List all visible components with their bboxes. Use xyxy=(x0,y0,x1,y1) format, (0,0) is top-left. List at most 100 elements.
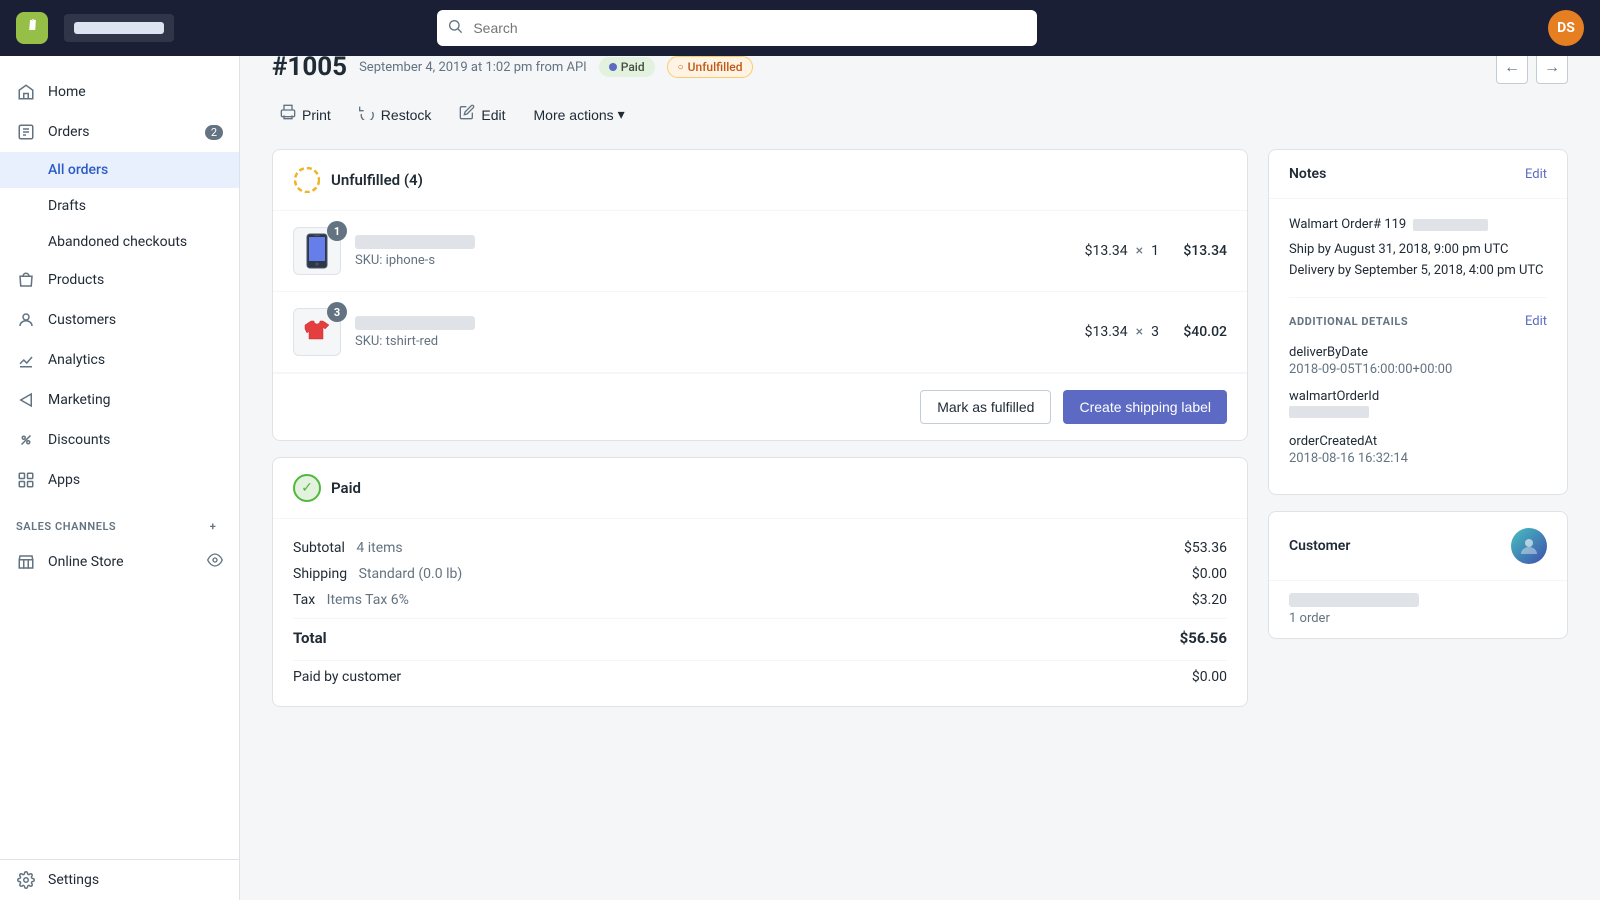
content-columns: Unfulfilled (4) xyxy=(272,149,1568,707)
create-shipping-label-button[interactable]: Create shipping label xyxy=(1063,390,1227,424)
item-multiply-2: × xyxy=(1136,324,1143,340)
customer-header: Customer xyxy=(1269,512,1567,581)
settings-label: Settings xyxy=(48,872,99,888)
store-name-label xyxy=(64,14,174,42)
sidebar-marketing-label: Marketing xyxy=(48,392,111,408)
item-qty-2: 3 xyxy=(1151,324,1159,340)
customer-name-blur xyxy=(1289,593,1419,607)
item-multiply-1: × xyxy=(1136,243,1143,259)
shopify-logo xyxy=(16,12,48,44)
additional-details-header: ADDITIONAL DETAILS Edit xyxy=(1269,298,1567,337)
sidebar-item-customers[interactable]: Customers xyxy=(0,300,239,340)
abandoned-label: Abandoned checkouts xyxy=(48,234,187,250)
print-button[interactable]: Print xyxy=(272,100,339,129)
deliver-by-key: deliverByDate xyxy=(1289,345,1547,360)
card-actions: Mark as fulfilled Create shipping label xyxy=(273,373,1247,440)
add-sales-channel-button[interactable]: + xyxy=(203,516,223,536)
order-created-value: 2018-08-16 16:32:14 xyxy=(1289,451,1547,466)
subtotal-label: Subtotal xyxy=(293,540,345,556)
print-icon xyxy=(280,104,296,125)
sidebar-item-drafts[interactable]: Drafts xyxy=(0,188,239,224)
notes-edit-button[interactable]: Edit xyxy=(1525,167,1547,182)
customer-avatar[interactable] xyxy=(1511,528,1547,564)
line-item: 1 SKU: iphone-s $13.34 × 1 $13.34 xyxy=(273,211,1247,292)
unfulfilled-header: Unfulfilled (4) xyxy=(273,150,1247,211)
customer-card: Customer 1 order xyxy=(1268,511,1568,639)
top-navigation: DS xyxy=(0,0,1600,56)
chevron-down-icon: ▾ xyxy=(618,106,625,123)
apps-icon xyxy=(16,470,36,490)
sidebar-home-label: Home xyxy=(48,84,86,100)
order-created-key: orderCreatedAt xyxy=(1289,434,1547,449)
sidebar-item-orders[interactable]: Orders 2 xyxy=(0,112,239,152)
note-line1: Walmart Order# 119 xyxy=(1289,215,1547,236)
avatar[interactable]: DS xyxy=(1548,10,1584,46)
drafts-label: Drafts xyxy=(48,198,86,214)
paid-title: Paid xyxy=(331,479,361,497)
walmart-id-blur xyxy=(1289,406,1369,418)
sidebar-orders-label: Orders xyxy=(48,124,90,140)
summary-tax-row: Tax Items Tax 6% $3.20 xyxy=(293,587,1227,613)
main-content: ‹ Orders #1005 September 4, 2019 at 1:02… xyxy=(240,0,1600,844)
total-label: Total xyxy=(293,629,327,647)
content-sidebar: Notes Edit Walmart Order# 119 Ship by Au… xyxy=(1268,149,1568,639)
sidebar-item-abandoned[interactable]: Abandoned checkouts xyxy=(0,224,239,260)
sidebar-item-all-orders[interactable]: All orders xyxy=(0,152,239,188)
unfulfilled-badge: Unfulfilled xyxy=(667,56,754,78)
page-header: #1005 September 4, 2019 at 1:02 pm from … xyxy=(272,52,1568,84)
sidebar-item-products[interactable]: Products xyxy=(0,260,239,300)
item-price-group-2: $13.34 × 3 $40.02 xyxy=(1085,324,1227,340)
sidebar-item-discounts[interactable]: Discounts xyxy=(0,420,239,460)
sales-channels-section: SALES CHANNELS + xyxy=(0,500,239,542)
online-store-icon xyxy=(16,552,36,572)
detail-item-deliver-by: deliverByDate 2018-09-05T16:00:00+00:00 xyxy=(1289,345,1547,377)
paid-by-value: $0.00 xyxy=(1192,669,1227,685)
paid-by-label: Paid by customer xyxy=(293,669,401,685)
page-nav-arrows: ← → xyxy=(1496,52,1568,84)
settings-icon xyxy=(16,870,36,890)
additional-details-title: ADDITIONAL DETAILS xyxy=(1289,315,1408,328)
item-name-blur-1 xyxy=(355,235,475,249)
sidebar: Home Orders 2 All orders Drafts Abandone… xyxy=(0,56,240,900)
customer-body: 1 order xyxy=(1269,581,1567,638)
order-id-blur xyxy=(1413,219,1488,231)
edit-icon xyxy=(459,104,475,125)
mark-fulfilled-button[interactable]: Mark as fulfilled xyxy=(920,390,1051,424)
total-value: $56.56 xyxy=(1180,629,1227,647)
sidebar-item-analytics[interactable]: Analytics xyxy=(0,340,239,380)
item-total-1: $13.34 xyxy=(1167,243,1227,259)
notes-body: Walmart Order# 119 Ship by August 31, 20… xyxy=(1269,199,1567,297)
search-input[interactable] xyxy=(437,10,1037,46)
tax-detail: Items Tax 6% xyxy=(327,592,409,608)
prev-order-button[interactable]: ← xyxy=(1496,52,1528,84)
sidebar-item-home[interactable]: Home xyxy=(0,72,239,112)
restock-button[interactable]: Restock xyxy=(351,100,440,129)
summary-subtotal-row: Subtotal 4 items $53.36 xyxy=(293,535,1227,561)
paid-card: ✓ Paid Subtotal 4 items $53.36 Shipping xyxy=(272,457,1248,707)
orders-badge: 2 xyxy=(205,125,223,140)
item-image-wrap-2: 3 xyxy=(293,308,341,356)
edit-button[interactable]: Edit xyxy=(451,100,513,129)
more-actions-button[interactable]: More actions ▾ xyxy=(526,102,633,127)
unfulfilled-card: Unfulfilled (4) xyxy=(272,149,1248,441)
walmart-order-value xyxy=(1289,406,1547,422)
item-price-group-1: $13.34 × 1 $13.34 xyxy=(1085,243,1227,259)
tax-label: Tax xyxy=(293,592,315,608)
additional-details-edit-button[interactable]: Edit xyxy=(1525,314,1547,329)
customer-orders: 1 order xyxy=(1289,611,1547,626)
unfulfilled-title: Unfulfilled (4) xyxy=(331,171,423,189)
notes-card: Notes Edit Walmart Order# 119 Ship by Au… xyxy=(1268,149,1568,495)
sidebar-item-apps[interactable]: Apps xyxy=(0,460,239,500)
sidebar-item-online-store[interactable]: Online Store xyxy=(0,542,239,582)
sidebar-item-marketing[interactable]: Marketing xyxy=(0,380,239,420)
item-name-blur-2 xyxy=(355,316,475,330)
search-bar[interactable] xyxy=(437,10,1037,46)
additional-details-body: deliverByDate 2018-09-05T16:00:00+00:00 … xyxy=(1269,337,1567,494)
item-info-1: SKU: iphone-s xyxy=(355,235,1071,268)
visibility-icon[interactable] xyxy=(207,552,223,572)
subtotal-value: $53.36 xyxy=(1184,540,1227,556)
sidebar-item-settings[interactable]: Settings xyxy=(0,859,239,900)
item-qty-1: 1 xyxy=(1151,243,1159,259)
item-image-wrap: 1 xyxy=(293,227,341,275)
next-order-button[interactable]: → xyxy=(1536,52,1568,84)
